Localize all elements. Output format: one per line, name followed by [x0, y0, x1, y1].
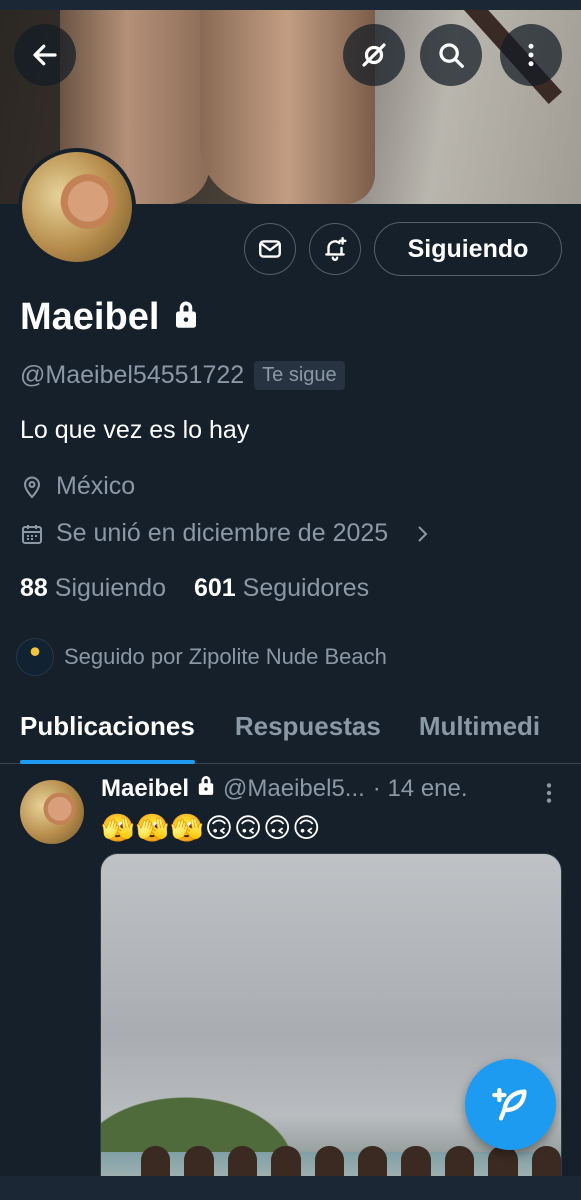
follower-avatar: [16, 638, 54, 676]
profile-name: Maeibel: [20, 296, 160, 338]
follows-you-badge: Te sigue: [254, 361, 345, 390]
back-button[interactable]: [14, 24, 76, 86]
profile-joined: Se unió en diciembre de 2025: [56, 519, 389, 547]
profile-tabs: Publicaciones Respuestas Multimedi: [0, 700, 581, 764]
location-row: México: [20, 472, 135, 501]
chevron-right-icon: [418, 525, 428, 542]
mail-icon: [259, 240, 281, 258]
following-count: 88: [20, 574, 48, 602]
bell-plus-icon: [325, 236, 347, 261]
joined-row[interactable]: Se unió en diciembre de 2025: [20, 519, 434, 548]
post-header: Maeibel @Maeibel5... · 14 ene.: [101, 774, 468, 803]
navigation-bar: [0, 1176, 581, 1200]
profile-name-row: Maeibel: [20, 296, 199, 339]
tab-label: Multimedi: [418, 711, 541, 741]
calendar-icon: [22, 524, 42, 544]
profile-bio: Lo que vez es lo hay: [20, 416, 250, 444]
vertical-dots-icon: [546, 783, 552, 803]
followed-by-row[interactable]: Seguido por Zipolite Nude Beach: [16, 638, 387, 676]
post-date: · 14 ene.: [372, 774, 468, 802]
search-button[interactable]: [420, 24, 482, 86]
message-button[interactable]: [244, 223, 296, 275]
search-icon: [439, 43, 464, 68]
lock-icon: [173, 296, 199, 339]
vertical-dots-icon: [528, 43, 534, 67]
compose-post-button[interactable]: [465, 1059, 556, 1150]
tab-label: Publicaciones: [20, 711, 195, 741]
profile-location: México: [56, 472, 136, 500]
tab-multimedia[interactable]: Multimedi: [419, 700, 540, 763]
notifications-button[interactable]: [309, 223, 361, 275]
grok-button[interactable]: [343, 24, 405, 86]
tab-label: Respuestas: [234, 711, 381, 741]
profile-handle: @Maeibel54551722: [20, 361, 245, 389]
post-text: 🫣🫣🫣🙃🙃🙃🙃: [101, 813, 322, 843]
tab-publicaciones[interactable]: Publicaciones: [20, 700, 195, 764]
follow-counts: 88 Siguiendo 601 Seguidores: [20, 574, 369, 603]
followed-by-text: Seguido por Zipolite Nude Beach: [64, 644, 387, 669]
location-pin-icon: [23, 476, 41, 498]
feather-plus-icon: [491, 1087, 526, 1120]
active-tab-indicator: [20, 760, 195, 764]
post-more-button[interactable]: [540, 780, 558, 811]
arrow-left-icon: [33, 44, 57, 66]
following-button[interactable]: Siguiendo: [374, 222, 562, 276]
status-bar: [0, 0, 581, 10]
following-link[interactable]: 88 Siguiendo: [20, 574, 166, 603]
profile-avatar[interactable]: [18, 148, 136, 266]
handle-row: @Maeibel54551722 Te sigue: [20, 361, 345, 390]
following-label: Siguiendo: [54, 574, 166, 602]
lock-icon: [197, 774, 215, 803]
tab-respuestas[interactable]: Respuestas: [235, 700, 381, 763]
post-author-handle: @Maeibel5...: [223, 774, 365, 802]
followers-link[interactable]: 601 Seguidores: [194, 574, 369, 603]
followers-label: Seguidores: [242, 574, 370, 602]
post-author-name[interactable]: Maeibel: [101, 775, 189, 803]
more-options-button[interactable]: [500, 24, 562, 86]
grok-icon: [362, 43, 386, 67]
followers-count: 601: [193, 574, 236, 602]
post-avatar[interactable]: [20, 780, 84, 844]
